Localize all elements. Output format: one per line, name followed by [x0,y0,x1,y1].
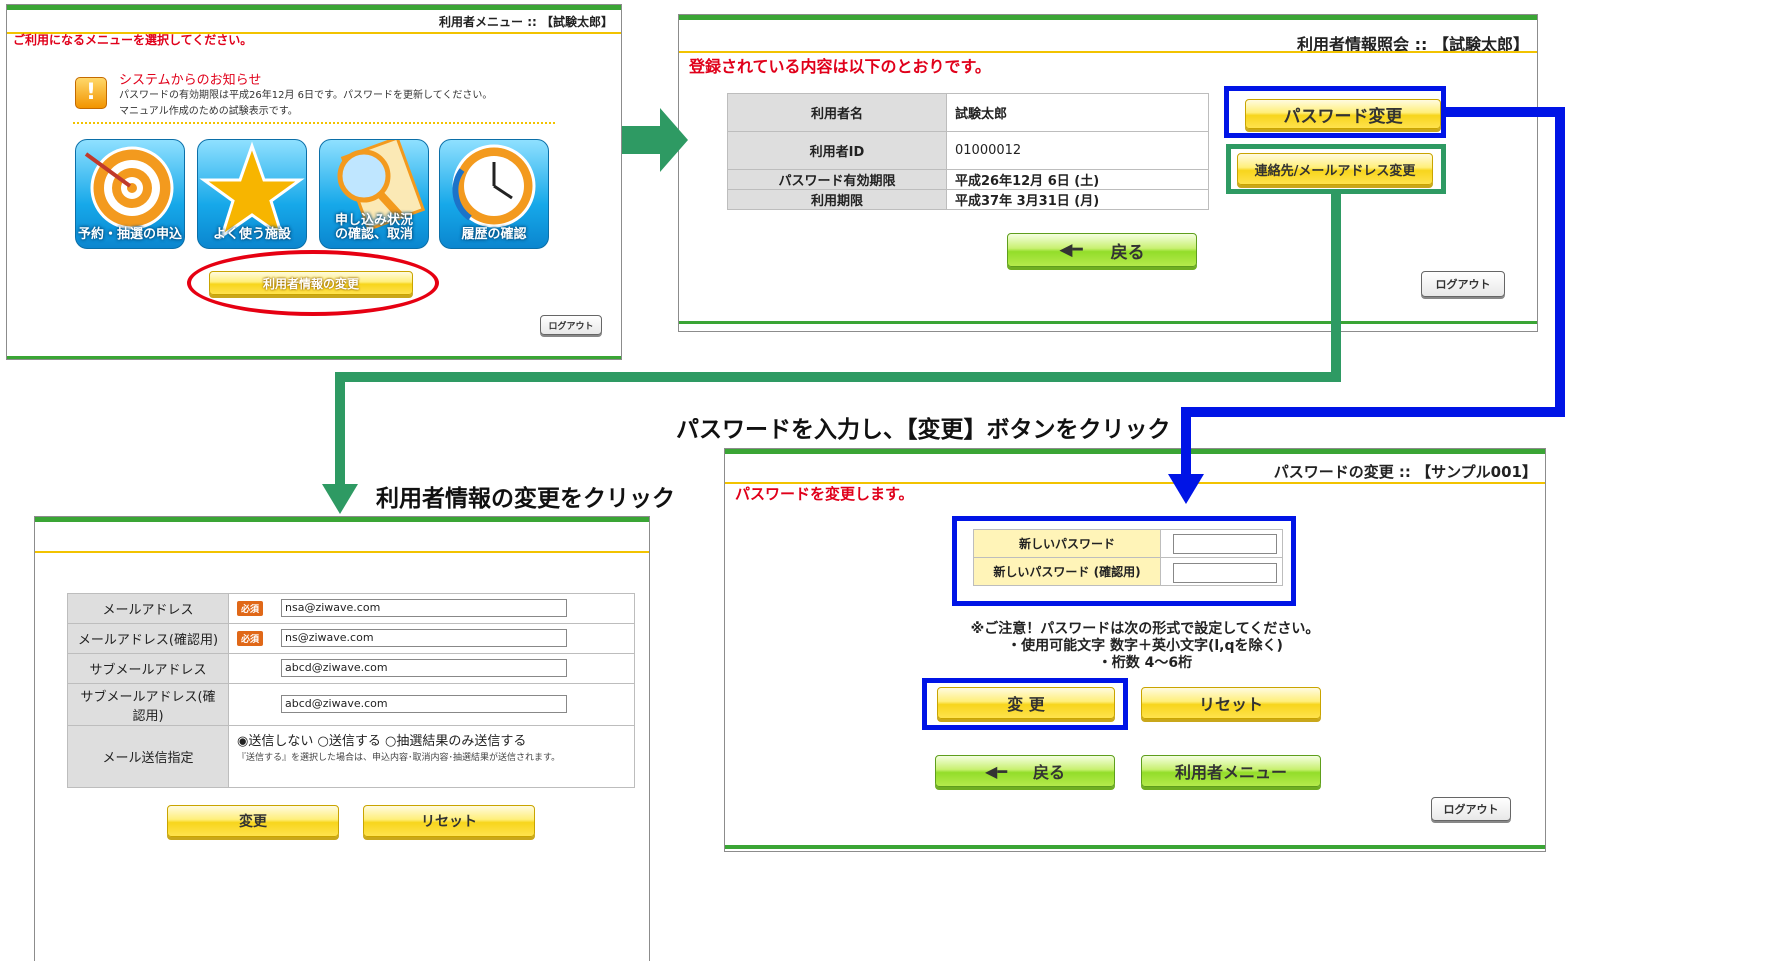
row-value-cell: ◉送信しない ○送信する ○抽選結果のみ送信する 『送信する』を選択した場合は、… [228,725,635,788]
tile-label: 履歴の確認 [461,227,527,242]
notice-line-1: パスワードの有効期限は平成26年12月 6日です。パスワードを更新してください。 [119,90,493,101]
email-field[interactable]: nsa@ziwave.com [281,599,567,617]
note-line-2: ・使用可能文字 数字＋英小文字(l,qを除く) [1007,638,1283,654]
logout-button[interactable]: ログアウト [540,315,602,335]
radio-label: 送信する [328,734,381,749]
panel-password-change: パスワードの変更 :: 【サンプル001】 パスワードを変更します。 新しいパス… [724,448,1546,852]
table-row: パスワード有効期限 平成26年12月 6日 (土) [727,169,1209,190]
row-label: メール送信指定 [67,725,229,788]
table-row: 利用期限 平成37年 3月31日 (月) [727,189,1209,210]
highlight-change-button [922,678,1128,730]
user-info-table: 利用者名 試験太郎 利用者ID 01000012 パスワード有効期限 平成26年12月… [727,93,1209,210]
table-row: 利用者ID 01000012 [727,131,1209,170]
password-heading: パスワードを変更します。 [735,485,914,503]
table-row: 利用者名 試験太郎 [727,93,1209,132]
tile-label: よく使う施設 [212,227,291,242]
email-confirm-field[interactable]: ns@ziwave.com [281,629,567,647]
reset-button[interactable]: リセット [1141,687,1321,719]
arrow-left-icon: ◀━ [1059,240,1083,260]
notice-line-2: マニュアル作成のための試験表示です。 [119,106,298,117]
arrow-down-icon [322,484,358,514]
row-label: パスワード有効期限 [727,169,947,190]
warning-icon: ! [75,77,107,109]
password-note: ※ご注意！パスワードは次の形式で設定してください。 ・使用可能文字 数字＋英小文… [725,621,1545,672]
divider [73,122,555,124]
highlight-password-fields [952,516,1296,606]
send-note: 『送信する』を選択した場合は、申込内容･取消内容･抽選結果が送信されます。 [237,753,561,763]
row-label: メールアドレス [67,593,229,624]
note-line-1: ※ご注意！パスワードは次の形式で設定してください。 [970,621,1320,637]
required-badge: 必須 [237,631,264,646]
row-label: 利用期限 [727,189,947,210]
row-label: サブメールアドレス(確認用) [67,683,229,726]
row-value: 平成37年 3月31日 (月) [946,189,1209,210]
user-menu-button[interactable]: 利用者メニュー [1141,755,1321,787]
logout-button[interactable]: ログアウト [1431,797,1511,821]
back-label: 戻る [1110,242,1145,263]
note-line-3: ・桁数 4～6桁 [1097,655,1193,671]
tile-favorites[interactable]: よく使う施設 [197,139,307,249]
red-highlight-ellipse [187,250,439,316]
bottom-bar [7,356,621,359]
bottom-bar [725,845,1545,849]
row-label: メールアドレス(確認用) [67,623,229,654]
back-label: 戻る [1032,763,1065,782]
sub-email-confirm-field[interactable]: abcd@ziwave.com [281,695,567,713]
back-button[interactable]: ◀━ 戻る [1007,233,1197,267]
panel-mail-settings: メールアドレス 必須 メールアドレス(確認用) 必須 サブメールアドレス サブメ… [34,516,650,961]
page-title: パスワードの変更 :: 【サンプル001】 [1273,463,1537,481]
mail-settings-table: メールアドレス 必須 メールアドレス(確認用) 必須 サブメールアドレス サブメ… [67,593,635,788]
table-row: メール送信指定 ◉送信しない ○送信する ○抽選結果のみ送信する 『送信する』を… [67,725,635,788]
back-button[interactable]: ◀━ 戻る [935,755,1115,787]
bottom-bar [679,321,1537,324]
tile-reservation[interactable]: 予約・抽選の申込 [75,139,185,249]
reset-button[interactable]: リセット [363,805,535,837]
highlight-password-change [1224,86,1446,138]
highlight-contact-change [1226,144,1446,194]
row-value: 試験太郎 [946,93,1209,132]
logout-button[interactable]: ログアウト [1421,271,1505,297]
radio-send[interactable]: ○送信する [318,734,381,749]
panel-user-menu: 利用者メニュー :: 【試験太郎】 ご利用になるメニューを選択してください。 !… [6,4,622,360]
row-label: 利用者ID [727,131,947,170]
tile-label: 予約・抽選の申込 [77,227,182,242]
caption-password: パスワードを入力し、【変更】ボタンをクリック [676,417,1171,443]
top-bar [7,5,621,10]
menu-prompt: ご利用になるメニューを選択してください。 [13,33,253,47]
top-bar [35,517,649,522]
row-label: 利用者名 [727,93,947,132]
row-value: 平成26年12月 6日 (土) [946,169,1209,190]
radio-label: 抽選結果のみ送信する [396,734,527,749]
row-label: サブメールアドレス [67,653,229,684]
row-value: 01000012 [946,131,1209,170]
sub-email-field[interactable]: abcd@ziwave.com [281,659,567,677]
top-bar [725,449,1545,454]
page-title: 利用者メニュー :: 【試験太郎】 [439,15,613,29]
tile-status[interactable]: 申し込み状況の確認、取消 [319,139,429,249]
required-badge: 必須 [237,601,264,616]
radio-label: 送信しない [248,734,314,749]
change-button[interactable]: 変更 [167,805,339,837]
title-underline [35,551,649,553]
radio-lottery-only[interactable]: ○抽選結果のみ送信する [385,734,526,749]
top-bar [679,15,1537,20]
info-heading: 登録されている内容は以下のとおりです。 [689,57,991,76]
tile-label: 申し込み状況の確認、取消 [334,213,413,242]
arrow-left-icon: ◀━ [985,761,1007,781]
radio-no-send[interactable]: ◉送信しない [237,734,313,749]
tile-history[interactable]: 履歴の確認 [439,139,549,249]
caption-user-info: 利用者情報の変更をクリック [376,486,675,512]
